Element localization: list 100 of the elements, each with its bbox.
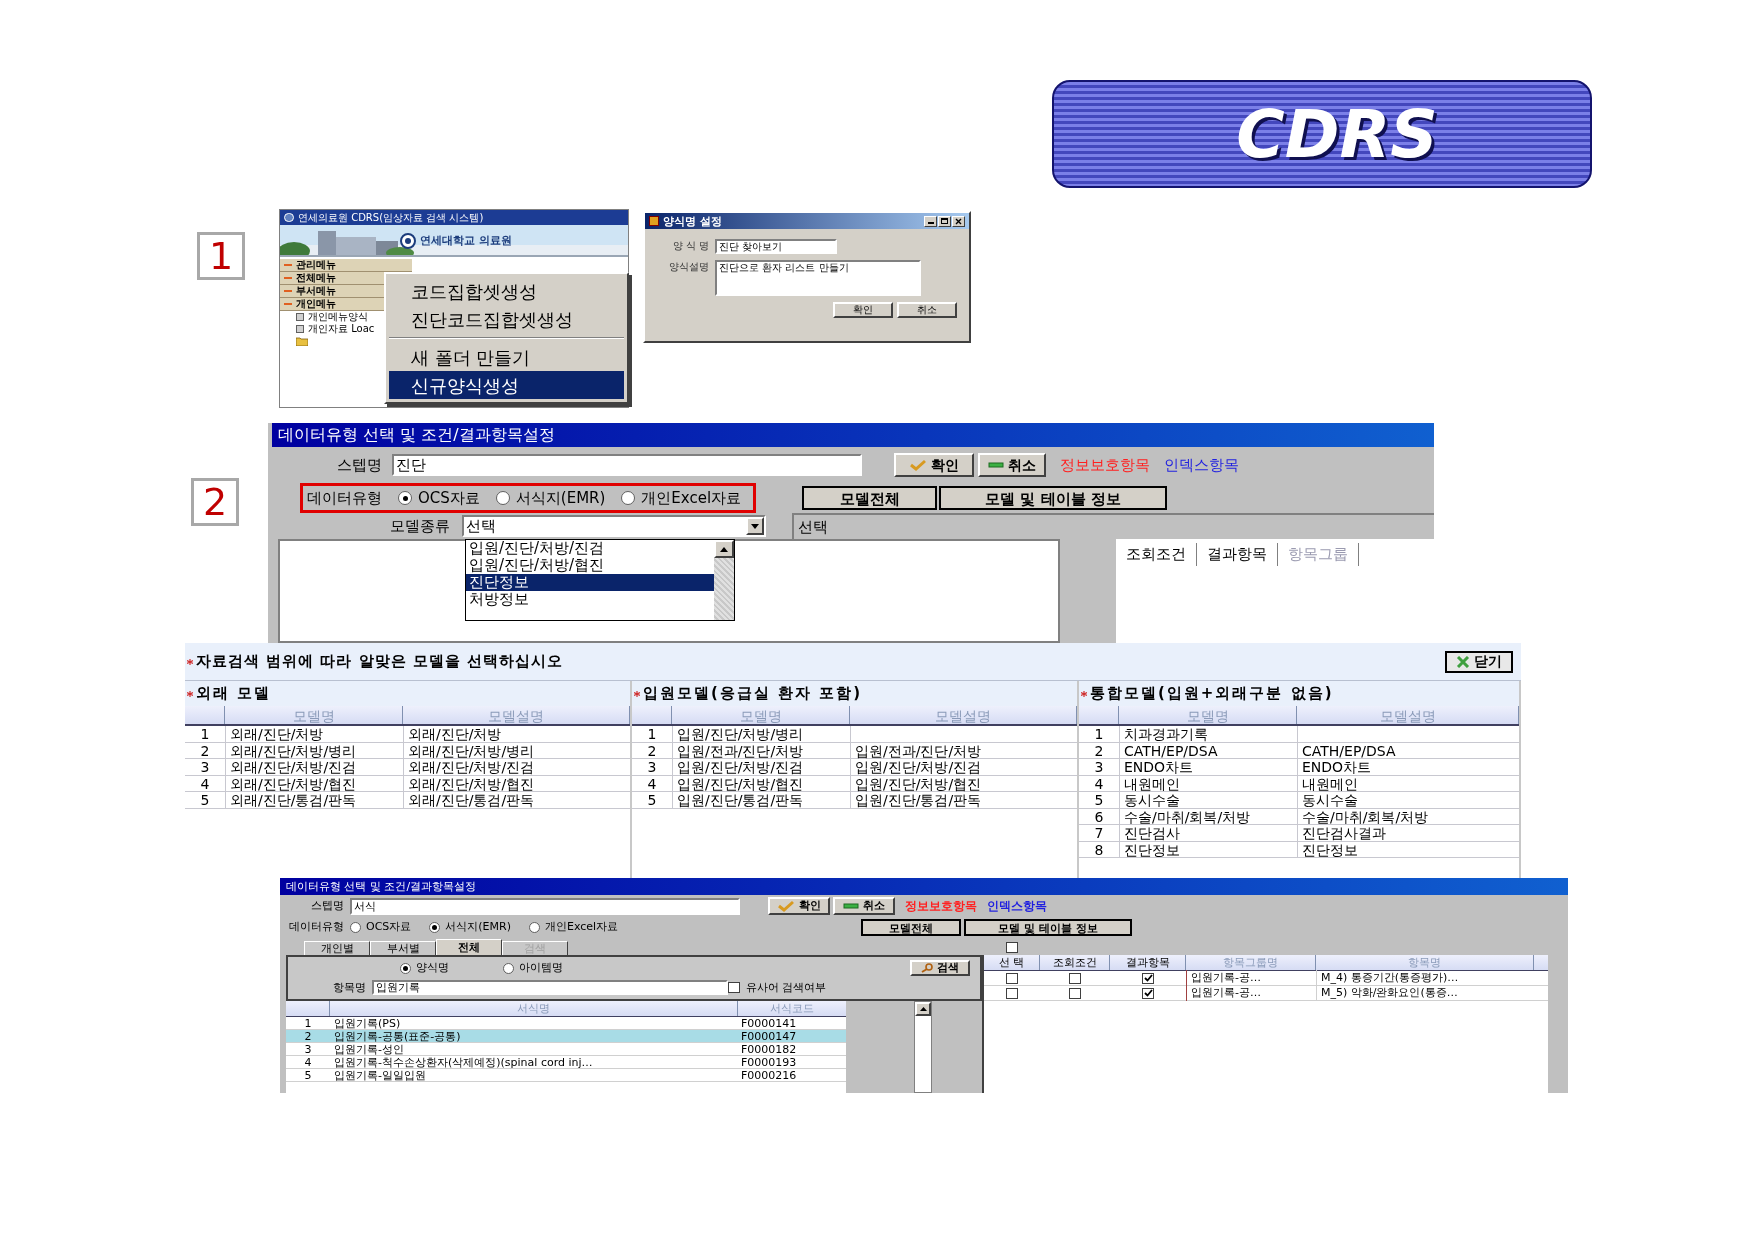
maximize-button[interactable] <box>938 215 951 227</box>
table-cell[interactable]: M_5) 악화/완화요인(통증… <box>1316 984 1534 1002</box>
radio-button[interactable] <box>621 491 636 505</box>
tree-item[interactable]: 개인메뉴양식 <box>308 312 368 322</box>
table-row[interactable]: 4 입원기록-척수손상환자(삭제예정)(spinal cord inj… F0000193 <box>286 1056 846 1069</box>
radio-button[interactable] <box>529 921 540 933</box>
table-row[interactable]: 2 입원기록-공통(표준-공통) F0000147 <box>286 1030 846 1043</box>
table-cell[interactable]: 외래/진단/처방 <box>403 726 630 742</box>
column-header[interactable]: 조회조건 <box>1040 955 1110 970</box>
dropdown-option[interactable]: 입원/진단/처방/진검 <box>466 540 714 557</box>
tab[interactable]: 전체 <box>436 939 502 955</box>
menu-item[interactable]: 신규양식생성 <box>389 371 624 399</box>
radio-button[interactable] <box>400 962 411 974</box>
radio-label: 개인Excel자료 <box>641 487 742 509</box>
table-cell[interactable]: 입원기록-공… <box>1186 969 1316 987</box>
model-button[interactable]: 모델전체 <box>861 918 961 936</box>
table-cell[interactable]: 입원/진단/통검/판독 <box>850 792 1077 808</box>
table-row[interactable]: 3 입원기록-성인 F0000182 <box>286 1043 846 1056</box>
input-field[interactable]: 진단 찾아보기 <box>715 239 837 254</box>
close-button[interactable] <box>952 215 965 227</box>
radio-button[interactable] <box>503 962 514 974</box>
column-header[interactable]: 결과항목 <box>1110 955 1186 970</box>
table-cell[interactable]: 수술/마취/회복/처방 <box>1297 808 1519 824</box>
table-cell[interactable]: 입원/진단/처방/협진 <box>672 775 850 791</box>
table-cell[interactable]: 외래/진단/처방/협진 <box>225 775 403 791</box>
table-cell[interactable]: 입원/진단/처방/병리 <box>672 726 850 742</box>
dialog-button[interactable]: 취소 <box>897 302 957 318</box>
checkbox[interactable] <box>1006 987 1018 999</box>
menu-group[interactable]: 관리메뉴 <box>280 259 412 272</box>
checkbox[interactable] <box>1006 942 1018 953</box>
table-cell[interactable]: 입원/진단/처방/진검 <box>672 759 850 775</box>
cancel-button[interactable]: 취소 <box>833 897 895 915</box>
table-cell[interactable]: 외래/진단/통검/판독 <box>225 792 403 808</box>
dropdown-value: 선택 <box>466 518 497 534</box>
checkbox[interactable] <box>1069 972 1081 984</box>
model-button[interactable]: 모델 및 테이블 정보 <box>964 918 1132 936</box>
table-cell[interactable]: 내원메인 <box>1119 775 1297 791</box>
close-button[interactable]: 닫기 <box>1445 650 1513 673</box>
checkbox[interactable] <box>1006 972 1018 984</box>
radio-button[interactable] <box>429 921 441 933</box>
table-cell[interactable]: 외래/진단/처방/병리 <box>225 742 403 758</box>
table-cell[interactable]: 수술/마취/회복/처방 <box>1119 808 1297 824</box>
table-cell[interactable]: 진단정보 <box>1119 841 1297 857</box>
table-cell[interactable]: 진단검사결과 <box>1297 825 1519 841</box>
table-row[interactable]: 5 입원기록-일일입원 F0000216 <box>286 1069 846 1082</box>
confirm-button[interactable]: 확인 <box>894 453 974 477</box>
table-cell[interactable]: 진단정보 <box>1297 841 1519 857</box>
table-row[interactable]: 1 입원기록(PS) F0000141 <box>286 1017 846 1030</box>
model-button[interactable]: 모델 및 테이블 정보 <box>939 486 1168 510</box>
dropdown-option[interactable]: 처방정보 <box>466 591 714 608</box>
dropdown-option[interactable]: 입원/진단/처방/협진 <box>466 557 714 574</box>
search-button[interactable]: 검색 <box>910 960 970 977</box>
column-header[interactable]: 선 택 <box>984 955 1040 970</box>
column-header[interactable]: 조회조건 <box>1116 543 1197 566</box>
tree-item[interactable]: 개인자료 Loac <box>308 324 375 334</box>
table-cell[interactable]: 입원/진단/처방/협진 <box>850 775 1077 791</box>
table-cell[interactable]: 외래/진단/통검/판독 <box>403 792 630 808</box>
table-cell[interactable]: 입원기록-공… <box>1186 984 1316 1002</box>
checkbox[interactable] <box>728 982 740 994</box>
table-cell[interactable]: 치과경과기록 <box>1119 726 1297 742</box>
dialog-button[interactable]: 확인 <box>833 302 893 318</box>
input-field[interactable]: 입원기록 <box>372 980 728 996</box>
minimize-button[interactable] <box>924 215 937 227</box>
dropdown-option[interactable]: 진단정보 <box>466 574 714 591</box>
table-cell[interactable]: CATH/EP/DSA <box>1297 742 1519 758</box>
radio-button[interactable] <box>350 921 361 933</box>
checkbox[interactable] <box>1142 972 1154 984</box>
cancel-button[interactable]: 취소 <box>978 453 1046 477</box>
table-cell[interactable]: ENDO차트 <box>1119 759 1297 775</box>
table-cell[interactable]: 외래/진단/처방 <box>225 726 403 742</box>
text-area[interactable]: 진단으로 환자 리스트 만들기 <box>715 260 921 296</box>
menu-item[interactable]: 새 폴더 만들기 <box>389 343 624 371</box>
field-label: 데이터유형 <box>307 487 382 509</box>
table-cell[interactable]: M_4) 통증기간(통증평가)… <box>1316 969 1534 987</box>
table-cell[interactable]: 동시수술 <box>1119 792 1297 808</box>
checkbox[interactable] <box>1069 987 1081 999</box>
tab[interactable]: 부서별 <box>370 941 436 955</box>
model-button[interactable]: 모델전체 <box>802 486 938 510</box>
tab[interactable]: 개인별 <box>304 941 370 955</box>
input-field[interactable]: 진단 <box>392 454 862 476</box>
radio-button[interactable] <box>495 491 510 505</box>
table-cell[interactable]: 외래/진단/처방/진검 <box>225 759 403 775</box>
table-cell[interactable]: 동시수술 <box>1297 792 1519 808</box>
table-cell[interactable]: 입원/전과/진단/처방 <box>850 742 1077 758</box>
table-cell[interactable]: 입원/진단/통검/판독 <box>672 792 850 808</box>
table-cell[interactable]: 입원/전과/진단/처방 <box>672 742 850 758</box>
radio-button[interactable] <box>398 491 412 505</box>
input-field[interactable]: 서식 <box>350 897 740 915</box>
table-cell[interactable]: 외래/진단/처방/진검 <box>403 759 630 775</box>
dropdown[interactable]: 선택 <box>462 515 766 537</box>
table-cell[interactable]: 진단검사 <box>1119 825 1297 841</box>
table-cell[interactable]: ENDO차트 <box>1297 759 1519 775</box>
table-cell[interactable]: 입원/진단/처방/진검 <box>850 759 1077 775</box>
column-header[interactable]: 결과항목 <box>1197 543 1278 566</box>
table-cell[interactable]: 외래/진단/처방/병리 <box>403 742 630 758</box>
confirm-button[interactable]: 확인 <box>768 897 830 915</box>
table-cell[interactable]: 외래/진단/처방/협진 <box>403 775 630 791</box>
checkbox[interactable] <box>1142 987 1154 999</box>
table-cell[interactable]: 내원메인 <box>1297 775 1519 791</box>
table-cell[interactable]: CATH/EP/DSA <box>1119 742 1297 758</box>
